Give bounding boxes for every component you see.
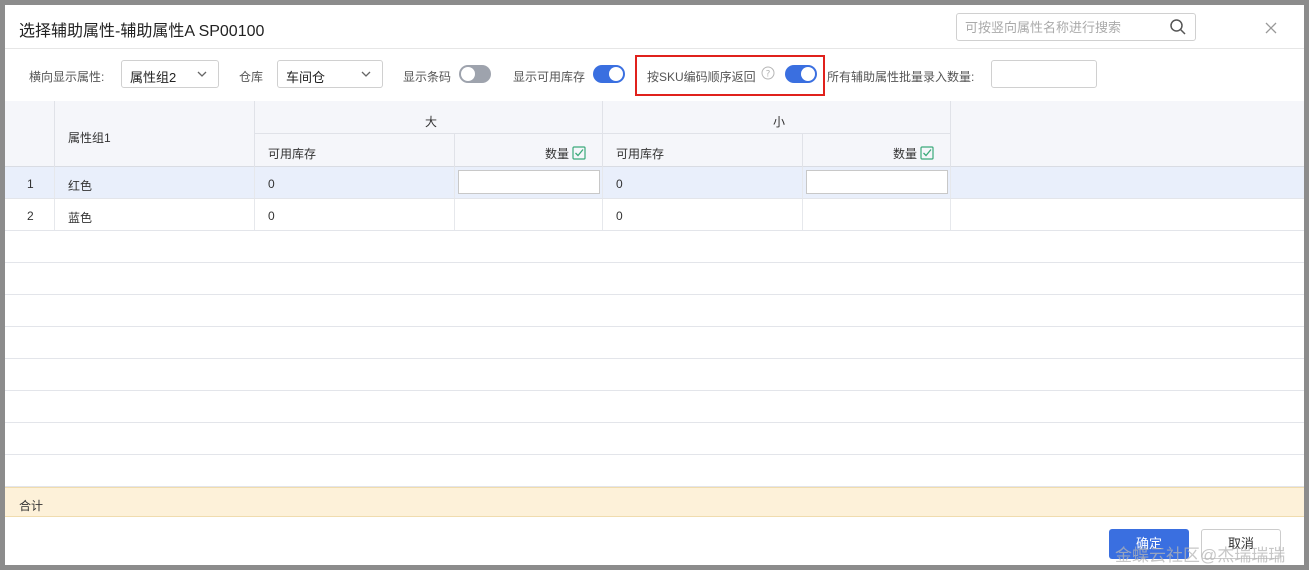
empty-row xyxy=(5,231,1304,263)
toggle-knob xyxy=(609,67,623,81)
stock-header-big: 可用库存 xyxy=(268,147,317,161)
help-icon[interactable]: ? xyxy=(761,66,775,80)
search-icon[interactable] xyxy=(1169,18,1187,36)
batch-qty-input[interactable] xyxy=(991,60,1097,88)
qty-header-small[interactable]: 数量 xyxy=(893,145,934,162)
batch-edit-icon[interactable] xyxy=(572,146,586,160)
summary-label: 合计 xyxy=(19,499,44,513)
row-attr-name: 蓝色 xyxy=(68,211,93,225)
grid-header: 属性组1 大 小 可用库存 数量 可用库存 数量 xyxy=(5,101,1304,167)
batch-edit-icon[interactable] xyxy=(920,146,934,160)
empty-row xyxy=(5,263,1304,295)
chevron-down-icon xyxy=(361,71,371,77)
dialog-titlebar: 选择辅助属性-辅助属性A SP00100 xyxy=(5,5,1304,49)
stock-header-small: 可用库存 xyxy=(616,147,665,161)
empty-row xyxy=(5,423,1304,455)
row-attr-header: 属性组1 xyxy=(68,131,111,145)
horizontal-attr-select[interactable]: 属性组2 xyxy=(121,60,219,88)
attribute-grid: 属性组1 大 小 可用库存 数量 可用库存 数量 1 红色 0 0 2 蓝色 0… xyxy=(5,101,1304,487)
dialog-footer: 确定 取消 金蝶云社区@杰瑞瑞瑞 xyxy=(5,517,1304,565)
empty-row xyxy=(5,327,1304,359)
horizontal-attr-label: 横向显示属性: xyxy=(29,70,105,84)
table-row[interactable]: 1 红色 0 0 xyxy=(5,167,1304,199)
options-toolbar: 横向显示属性: 属性组2 仓库 车间仓 显示条码 显示可用库存 按SKU编码顺序… xyxy=(5,49,1304,101)
aux-attribute-dialog: 选择辅助属性-辅助属性A SP00100 横向显示属性: 属性组2 仓库 车间仓… xyxy=(5,5,1304,565)
row-attr-name: 红色 xyxy=(68,179,93,193)
warehouse-label: 仓库 xyxy=(239,70,264,84)
stock-small-value: 0 xyxy=(616,177,623,191)
qty-header-label: 数量 xyxy=(545,147,570,161)
watermark: 金蝶云社区@杰瑞瑞瑞 xyxy=(1115,546,1286,565)
search-input[interactable] xyxy=(957,14,1157,40)
svg-text:?: ? xyxy=(766,70,771,80)
qty-header-big[interactable]: 数量 xyxy=(545,145,586,162)
qty-small-input[interactable] xyxy=(806,170,948,194)
table-row[interactable]: 2 蓝色 0 0 xyxy=(5,199,1304,231)
row-index: 2 xyxy=(27,209,34,223)
show-barcode-toggle[interactable] xyxy=(459,65,491,83)
sku-order-label: 按SKU编码顺序返回 xyxy=(647,70,756,84)
row-index: 1 xyxy=(27,177,34,191)
dialog-title: 选择辅助属性-辅助属性A SP00100 xyxy=(19,23,265,40)
qty-header-label: 数量 xyxy=(893,147,918,161)
show-barcode-label: 显示条码 xyxy=(403,70,452,84)
empty-row xyxy=(5,295,1304,327)
show-stock-label: 显示可用库存 xyxy=(513,70,586,84)
chevron-down-icon xyxy=(197,71,207,77)
batch-qty-label: 所有辅助属性批量录入数量: xyxy=(827,70,975,84)
warehouse-value: 车间仓 xyxy=(286,70,326,85)
qty-big-input[interactable] xyxy=(458,170,600,194)
horizontal-attr-value: 属性组2 xyxy=(130,70,177,85)
show-stock-toggle[interactable] xyxy=(593,65,625,83)
stock-small-value: 0 xyxy=(616,209,623,223)
toggle-knob xyxy=(461,67,475,81)
empty-row xyxy=(5,359,1304,391)
group-header-small: 小 xyxy=(773,115,786,129)
empty-row xyxy=(5,391,1304,423)
stock-big-value: 0 xyxy=(268,177,275,191)
stock-big-value: 0 xyxy=(268,209,275,223)
summary-row: 合计 xyxy=(5,487,1304,517)
empty-row xyxy=(5,455,1304,487)
search-box[interactable] xyxy=(956,13,1196,41)
group-header-big: 大 xyxy=(425,115,438,129)
toggle-knob xyxy=(801,67,815,81)
warehouse-select[interactable]: 车间仓 xyxy=(277,60,383,88)
close-icon[interactable] xyxy=(1264,21,1278,35)
sku-order-toggle[interactable] xyxy=(785,65,817,83)
